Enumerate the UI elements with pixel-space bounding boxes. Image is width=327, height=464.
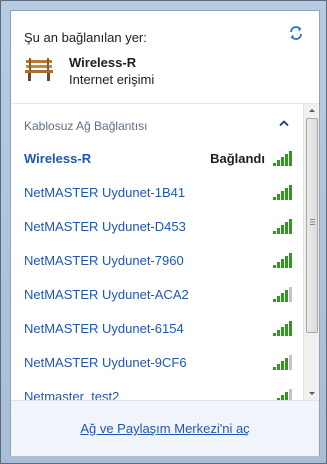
signal-bar [277,296,280,302]
network-item[interactable]: NetMASTER Uydunet-1B41 [11,176,303,210]
open-network-center-link[interactable]: Ağ ve Paylaşım Merkezi'ni aç [11,421,319,436]
network-item[interactable]: NetMASTER Uydunet-7960 [11,244,303,278]
chevron-up-icon[interactable] [279,120,289,126]
wireless-section-header[interactable]: Kablosuz Ağ Bağlantısı [11,104,303,140]
list-scrollbar[interactable] [303,104,319,400]
signal-bar [277,194,280,200]
network-name: NetMASTER Uydunet-6154 [24,321,184,336]
signal-bar [281,157,284,166]
network-status: Bağlandı [210,151,265,166]
signal-strength-icon [273,219,292,234]
signal-bar [289,253,292,268]
signal-bar [289,287,292,302]
network-name: NetMASTER Uydunet-1B41 [24,185,186,200]
signal-bar [285,358,288,370]
signal-bar [273,367,276,370]
scroll-up-arrow-icon[interactable] [305,104,319,118]
signal-strength-icon [273,151,292,166]
signal-bar [285,188,288,200]
network-flyout-window: Şu an bağlanılan yer: Wireless-R Interne… [0,0,327,464]
network-item[interactable]: NetMASTER Uydunet-6154 [11,312,303,346]
signal-bar [281,293,284,302]
signal-bar [277,330,280,336]
signal-bar [289,185,292,200]
signal-bar [281,259,284,268]
signal-bar [289,151,292,166]
signal-strength-icon [273,287,292,302]
signal-bar [277,228,280,234]
signal-bar [277,262,280,268]
signal-bar [273,197,276,200]
footer: Ağ ve Paylaşım Merkezi'ni aç [11,400,319,456]
signal-bar [281,361,284,370]
signal-bar [285,290,288,302]
network-name: Wireless-R [24,151,92,166]
signal-bar [285,154,288,166]
current-connection-title: Şu an bağlanılan yer: [24,30,147,45]
signal-bar [289,355,292,370]
scroll-down-arrow-icon[interactable] [305,386,319,400]
signal-bar [277,364,280,370]
refresh-icon[interactable] [287,25,305,41]
wireless-section-label: Kablosuz Ağ Bağlantısı [24,119,148,133]
signal-strength-icon [273,185,292,200]
network-panel: Şu an bağlanılan yer: Wireless-R Interne… [10,10,320,456]
signal-bar [281,191,284,200]
network-item[interactable]: NetMASTER Uydunet-9CF6 [11,346,303,380]
current-connection-section: Şu an bağlanılan yer: Wireless-R Interne… [11,11,319,103]
signal-bar [273,265,276,268]
network-item[interactable]: NetMASTER Uydunet-ACA2 [11,278,303,312]
signal-strength-icon [273,355,292,370]
signal-bar [285,256,288,268]
network-item[interactable]: NetMASTER Uydunet-D453 [11,210,303,244]
signal-strength-icon [273,253,292,268]
signal-bar [281,327,284,336]
current-connection-status: Internet erişimi [69,72,155,87]
signal-bar [285,324,288,336]
scrollbar-thumb[interactable] [306,118,318,333]
network-name: NetMASTER Uydunet-ACA2 [24,287,189,302]
signal-bar [273,299,276,302]
signal-bar [277,160,280,166]
bench-icon [25,58,53,81]
signal-bar [285,222,288,234]
signal-bar [281,225,284,234]
signal-strength-icon [273,321,292,336]
network-name: NetMASTER Uydunet-7960 [24,253,184,268]
network-item[interactable]: Wireless-R Bağlandı [11,142,303,176]
network-name: NetMASTER Uydunet-D453 [24,219,186,234]
network-name: NetMASTER Uydunet-9CF6 [24,355,187,370]
scroll-grip-icon [310,219,315,225]
signal-bar [289,321,292,336]
current-connection-name: Wireless-R [69,55,137,70]
signal-bar [273,231,276,234]
signal-bar [273,333,276,336]
signal-bar [289,219,292,234]
signal-bar [273,163,276,166]
